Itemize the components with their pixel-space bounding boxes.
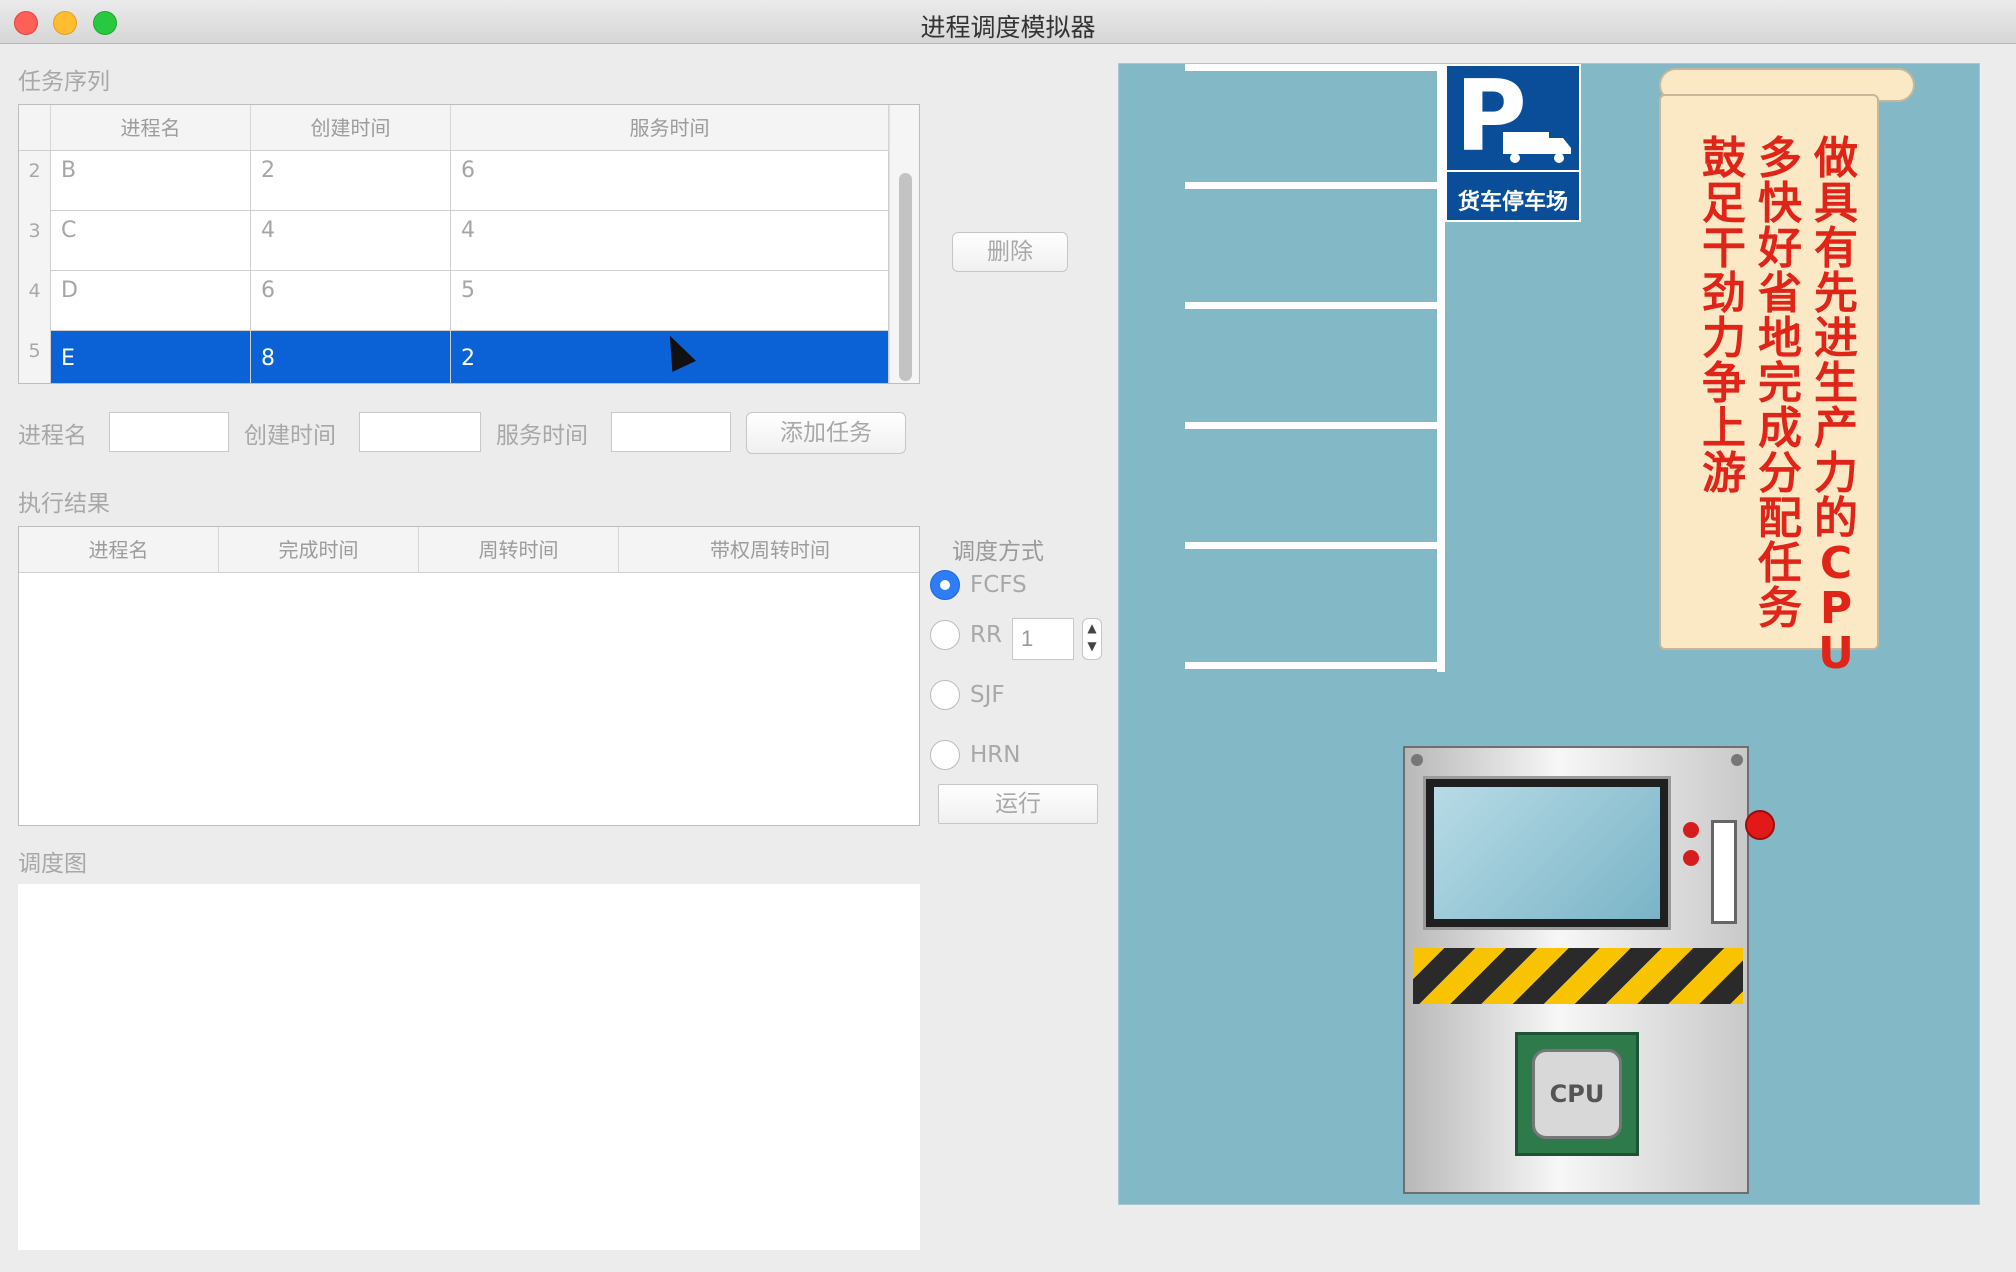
rr-quantum-stepper[interactable]: ▲ ▼ [1082,618,1102,660]
table-scrollbar[interactable] [889,105,919,383]
slogan-column-1: 做具有先进生产力的CPU [1814,133,1858,679]
rr-radio[interactable] [930,620,960,650]
truck-parking-sign: P 货车停车场 [1445,64,1581,222]
cpu-chip-label: CPU [1532,1049,1622,1139]
parking-line [1185,302,1443,309]
hazard-stripe [1413,948,1743,1004]
cell-service[interactable]: 5 [451,271,889,331]
sjf-radio-label[interactable]: SJF [970,682,1005,708]
slogan-column-3: 鼓足干劲 力争上游 [1702,133,1746,499]
cell-name[interactable]: C [51,211,251,271]
column-header-create[interactable]: 创建时间 [251,105,451,151]
hrn-radio[interactable] [930,740,960,770]
task-table[interactable]: 进程名 创建时间 服务时间 2 B 2 6 3 C 4 4 4 D 6 5 5 … [18,104,920,384]
column-header-service[interactable]: 服务时间 [451,105,889,151]
machine-screen-glass [1434,787,1660,919]
status-led-icon [1683,822,1699,838]
row-number: 3 [19,211,51,271]
task-queue-label: 任务序列 [18,69,110,95]
table-corner [19,105,51,151]
add-task-button[interactable]: 添加任务 [746,412,906,454]
column-header-name[interactable]: 进程名 [19,527,219,573]
hrn-radio-label[interactable]: HRN [970,742,1020,768]
cpu-chip-icon: CPU [1515,1032,1639,1156]
cell-create[interactable]: 2 [251,151,451,211]
machine-screen [1423,776,1671,930]
rr-quantum-input[interactable] [1012,618,1074,660]
column-header-finish[interactable]: 完成时间 [219,527,419,573]
truck-icon [1503,132,1571,163]
table-row[interactable]: 4 D 6 5 [19,271,889,331]
cell-create[interactable]: 8 [251,331,451,383]
schedule-method-label: 调度方式 [952,539,1044,565]
parking-line [1185,542,1443,549]
service-time-field-label: 服务时间 [496,423,588,449]
title-bar: 进程调度模拟器 [0,0,2016,44]
parking-line [1185,422,1443,429]
scrollbar-thumb[interactable] [899,173,912,381]
table-row[interactable]: 2 B 2 6 [19,151,889,211]
schedule-chart-label: 调度图 [18,851,87,877]
bolt-icon [1411,754,1423,766]
name-field-label: 进程名 [18,423,87,449]
service-time-input[interactable] [611,412,731,452]
column-header-weighted-turnaround[interactable]: 带权周转时间 [619,527,919,573]
cell-name[interactable]: B [51,151,251,211]
name-input[interactable] [109,412,229,452]
status-led-icon [1683,850,1699,866]
row-number: 5 [19,331,51,383]
parking-line [1185,182,1443,189]
schedule-chart-canvas [18,884,920,1250]
cpu-machine: CPU [1403,746,1775,1194]
cell-service[interactable]: 4 [451,211,889,271]
rr-radio-label[interactable]: RR [970,622,1002,648]
scheduler-animation-panel: P 货车停车场 做具有先进生产力的CPU 多快好省地完成分配任务 鼓足干劲 力争… [1118,63,1980,1205]
cell-name[interactable]: D [51,271,251,331]
row-number: 4 [19,271,51,331]
cell-create[interactable]: 4 [251,211,451,271]
create-time-input[interactable] [359,412,481,452]
cell-name[interactable]: E [51,331,251,383]
table-row[interactable]: 3 C 4 4 [19,211,889,271]
parking-divider [1437,64,1445,672]
parking-line [1185,662,1443,669]
table-row-selected[interactable]: 5 E 8 2 [19,331,889,383]
results-label: 执行结果 [18,491,110,517]
chevron-up-icon[interactable]: ▲ [1083,619,1101,637]
column-header-turnaround[interactable]: 周转时间 [419,527,619,573]
row-number: 2 [19,151,51,211]
slogan-scroll: 做具有先进生产力的CPU 多快好省地完成分配任务 鼓足干劲 力争上游 [1659,94,1879,676]
create-time-field-label: 创建时间 [244,423,336,449]
fcfs-radio-label[interactable]: FCFS [970,572,1027,598]
machine-lever [1711,820,1737,924]
chevron-down-icon[interactable]: ▼ [1083,637,1101,655]
cell-service[interactable]: 6 [451,151,889,211]
fcfs-radio[interactable] [930,570,960,600]
sign-divider [1447,170,1579,172]
delete-button[interactable]: 删除 [952,232,1068,272]
results-table[interactable]: 进程名 完成时间 周转时间 带权周转时间 [18,526,920,826]
sjf-radio[interactable] [930,680,960,710]
window-title: 进程调度模拟器 [920,13,1096,42]
cell-create[interactable]: 6 [251,271,451,331]
run-button[interactable]: 运行 [938,784,1098,824]
lever-knob-icon [1745,810,1775,840]
column-header-name[interactable]: 进程名 [51,105,251,151]
parking-sign-text: 货车停车场 [1457,190,1568,215]
bolt-icon [1731,754,1743,766]
slogan-column-2: 多快好省地完成分配任务 [1758,133,1802,634]
parking-line [1185,64,1443,71]
